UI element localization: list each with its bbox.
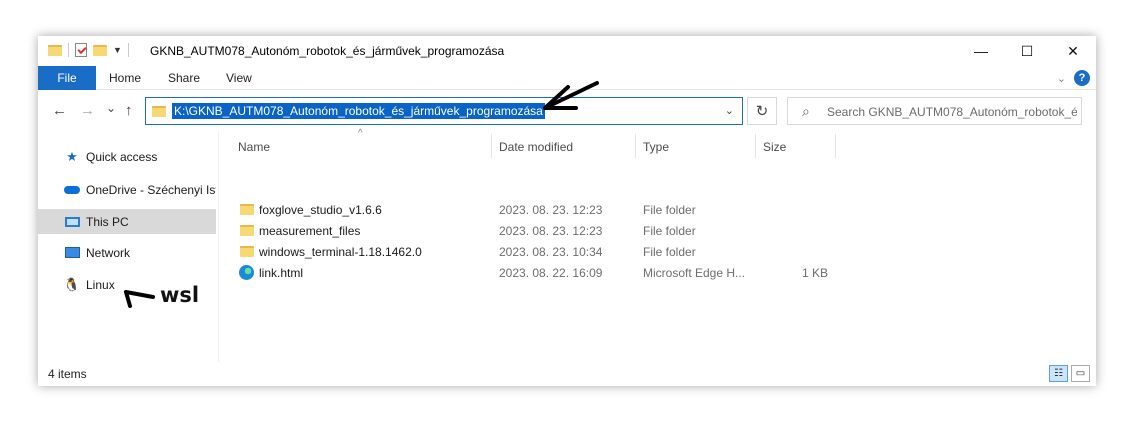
status-bar: 4 items ☷ ▭: [38, 362, 1096, 386]
file-name: link.html: [259, 266, 304, 280]
ribbon-right: ⌄ ?: [1057, 70, 1090, 86]
maximize-button[interactable]: ☐: [1004, 36, 1050, 66]
column-header-name[interactable]: Name: [230, 134, 490, 160]
search-input[interactable]: Search GKNB_AUTM078_Autonóm_robotok_és..…: [827, 105, 1077, 119]
recent-locations-button[interactable]: ⌄: [106, 101, 116, 115]
up-button[interactable]: ↑: [125, 102, 133, 119]
close-button[interactable]: ✕: [1050, 36, 1096, 66]
sidebar-item-label: OneDrive - Széchenyi Istv: [86, 182, 216, 197]
window-controls: — ☐ ✕: [958, 36, 1096, 66]
view-toggle: ☷ ▭: [1049, 365, 1090, 382]
file-name: windows_terminal-1.18.1462.0: [259, 245, 422, 259]
tab-view[interactable]: View: [226, 71, 252, 85]
edge-icon: [239, 265, 254, 280]
file-date: 2023. 08. 23. 12:23: [499, 224, 603, 238]
table-row[interactable]: measurement_files 2023. 08. 23. 12:23 Fi…: [230, 221, 1090, 242]
search-icon: ⌕: [802, 103, 810, 119]
properties-icon[interactable]: [75, 43, 87, 57]
address-path[interactable]: K:\GKNB_AUTM078_Autonóm_robotok_és_jármű…: [172, 103, 545, 119]
file-name: measurement_files: [259, 224, 361, 238]
sidebar-item-onedrive[interactable]: OneDrive - Széchenyi Istv: [38, 177, 216, 202]
pane-divider: [218, 132, 219, 362]
file-name: foxglove_studio_v1.6.6: [259, 203, 382, 217]
table-row[interactable]: link.html 2023. 08. 22. 16:09 Microsoft …: [230, 263, 1090, 284]
sidebar-item-label: Quick access: [86, 149, 158, 164]
toolbar-divider: [127, 43, 129, 57]
folder-icon: [240, 204, 254, 215]
file-list: ^ Name Date modified Type Size foxglove_…: [230, 128, 1090, 362]
file-date: 2023. 08. 23. 12:23: [499, 203, 603, 217]
chevron-down-icon[interactable]: ⌄: [725, 104, 734, 117]
refresh-button[interactable]: ↻: [747, 97, 777, 125]
details-view-icon[interactable]: ☷: [1049, 365, 1068, 382]
file-type: File folder: [643, 203, 696, 217]
table-row[interactable]: windows_terminal-1.18.1462.0 2023. 08. 2…: [230, 242, 1090, 263]
back-button[interactable]: ←: [52, 102, 67, 119]
column-header-size[interactable]: Size: [755, 134, 835, 160]
minimize-button[interactable]: —: [958, 36, 1004, 66]
file-type: Microsoft Edge H...: [643, 266, 746, 280]
tab-home[interactable]: Home: [109, 71, 141, 85]
file-date: 2023. 08. 22. 16:09: [499, 266, 603, 280]
window-title: GKNB_AUTM078_Autonóm_robotok_és_járművek…: [150, 44, 505, 58]
navigation-pane: ★ Quick access OneDrive - Széchenyi Istv…: [38, 132, 218, 362]
forward-button[interactable]: →: [80, 102, 95, 119]
penguin-icon: 🐧: [63, 276, 81, 292]
sidebar-item-this-pc[interactable]: This PC: [38, 209, 216, 234]
folder-icon: [48, 44, 62, 56]
tab-file[interactable]: File: [38, 66, 96, 90]
file-type: File folder: [643, 224, 696, 238]
column-divider[interactable]: [835, 134, 836, 158]
ribbon: File Home Share View ⌄ ?: [38, 66, 1096, 90]
sidebar-item-label: Linux: [86, 277, 115, 292]
chevron-down-icon[interactable]: ⌄: [1057, 72, 1066, 85]
help-icon[interactable]: ?: [1074, 70, 1090, 86]
folder-icon: [240, 246, 254, 257]
folder-icon: [240, 225, 254, 236]
file-type: File folder: [643, 245, 696, 259]
network-icon: [64, 246, 80, 260]
quick-access-toolbar: ▼: [48, 43, 129, 57]
sidebar-item-label: Network: [86, 245, 131, 260]
column-header-date-modified[interactable]: Date modified: [491, 134, 635, 160]
tab-share[interactable]: Share: [168, 71, 200, 85]
search-box[interactable]: ⌕ Search GKNB_AUTM078_Autonóm_robotok_és…: [787, 97, 1082, 125]
toolbar-divider: [68, 43, 69, 57]
customize-toolbar-icon[interactable]: ▼: [113, 45, 122, 55]
address-bar[interactable]: K:\GKNB_AUTM078_Autonóm_robotok_és_jármű…: [145, 97, 743, 125]
new-folder-icon[interactable]: [93, 44, 107, 56]
title-bar: ▼ GKNB_AUTM078_Autonóm_robotok_és_járműv…: [38, 36, 1096, 66]
folder-icon: [152, 106, 166, 117]
file-explorer-window: ▼ GKNB_AUTM078_Autonóm_robotok_és_járműv…: [38, 36, 1096, 386]
star-icon: ★: [66, 148, 78, 164]
cloud-icon: [64, 183, 80, 197]
file-date: 2023. 08. 23. 10:34: [499, 245, 603, 259]
sidebar-item-network[interactable]: Network: [38, 240, 216, 265]
column-header-type[interactable]: Type: [635, 134, 755, 160]
table-row[interactable]: foxglove_studio_v1.6.6 2023. 08. 23. 12:…: [230, 200, 1090, 221]
sidebar-item-quick-access[interactable]: ★ Quick access: [38, 144, 216, 169]
sidebar-item-label: This PC: [86, 214, 129, 229]
computer-icon: [64, 215, 80, 229]
file-size: 1 KB: [801, 266, 828, 280]
annotation-wsl-label: wsl: [160, 283, 200, 307]
item-count: 4 items: [48, 367, 87, 381]
large-icons-view-icon[interactable]: ▭: [1071, 365, 1090, 382]
navigation-bar: ← → ⌄ ↑ K:\GKNB_AUTM078_Autonóm_robotok_…: [38, 94, 1096, 128]
